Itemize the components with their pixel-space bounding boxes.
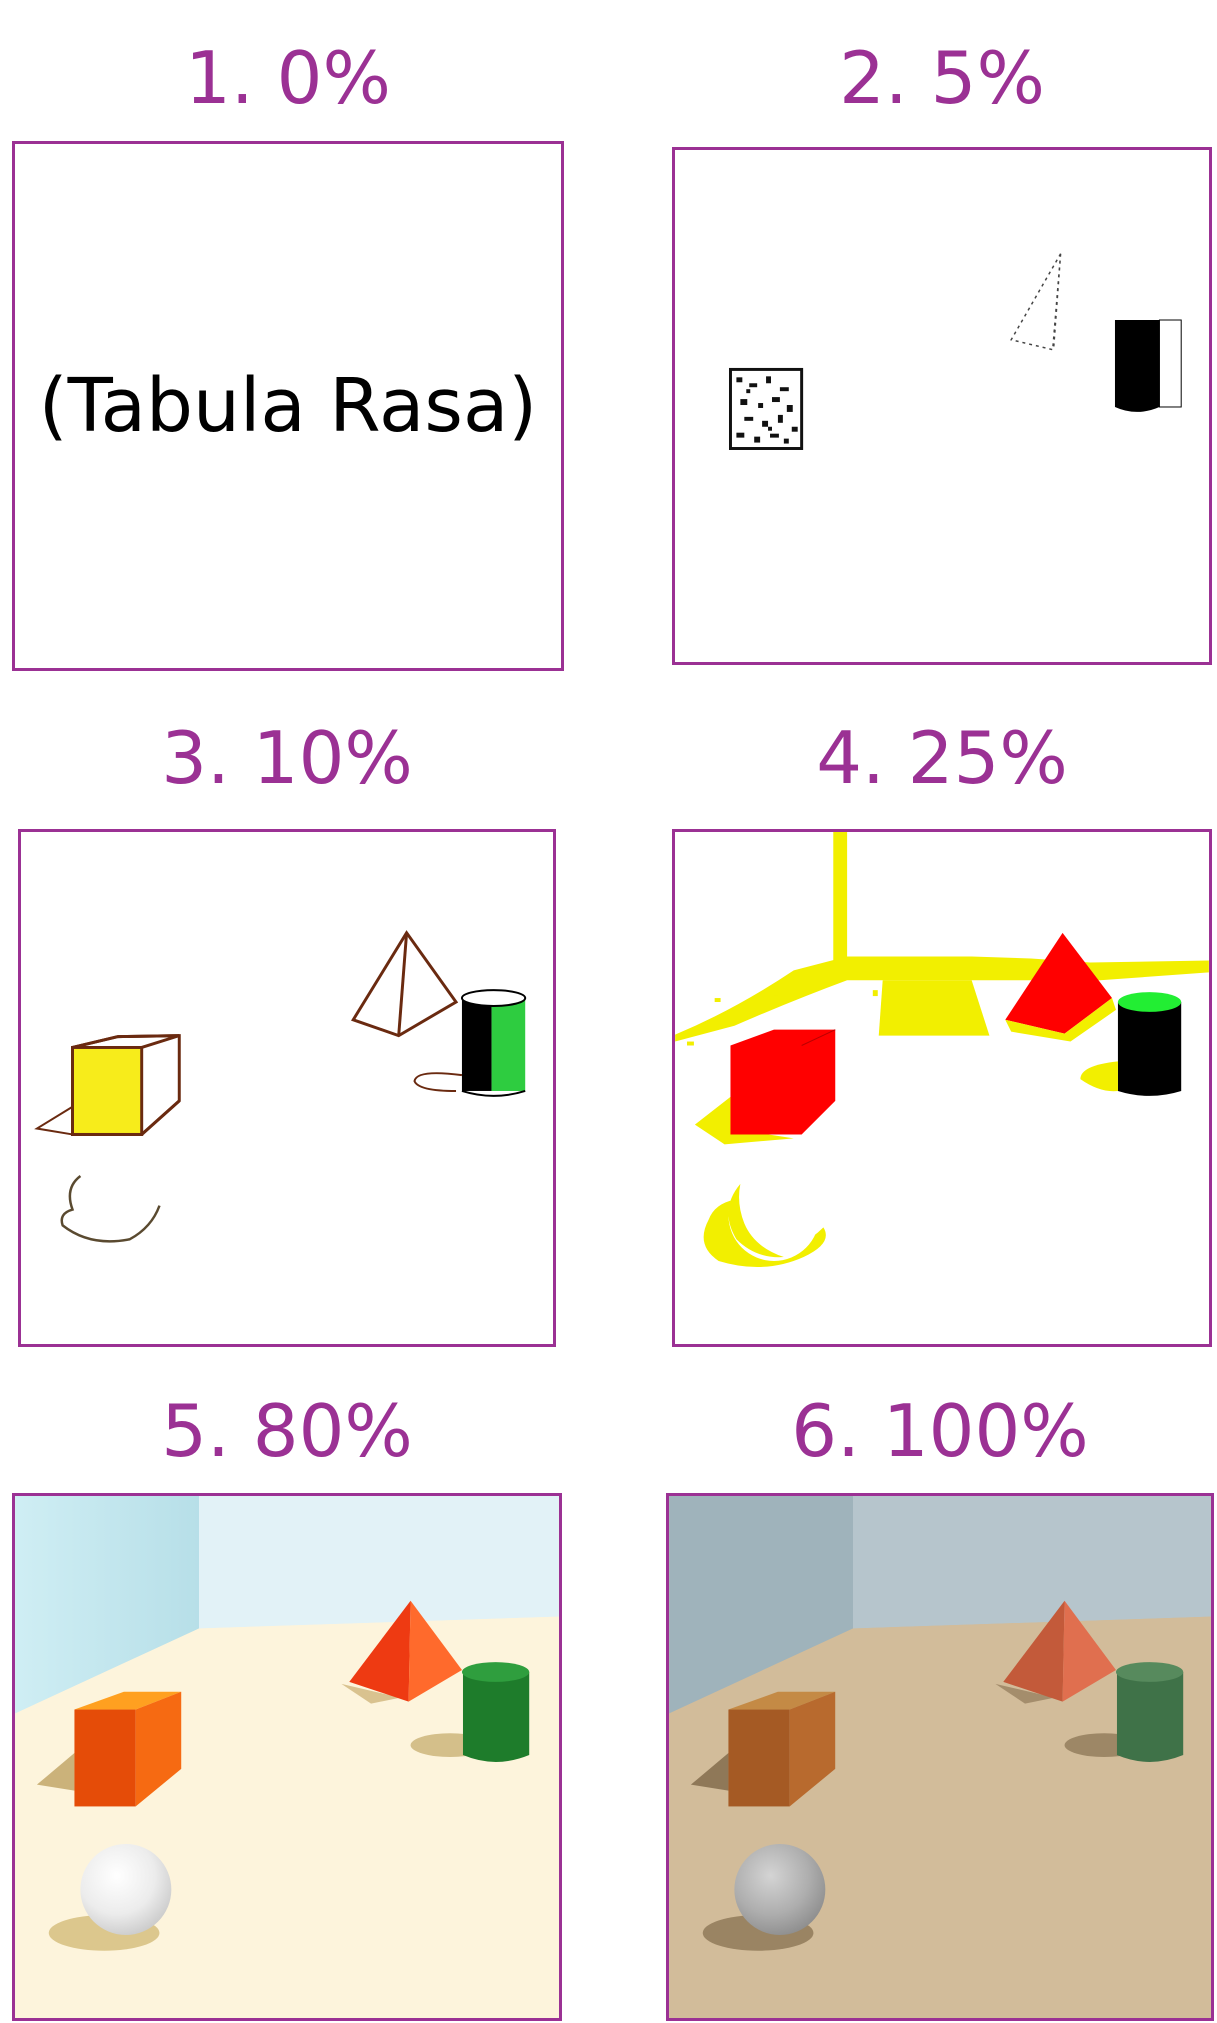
panel-6-image [669, 1496, 1211, 2018]
panel-2-frame [672, 147, 1212, 665]
outlined-pyramid [350, 930, 459, 1038]
panel-5-image [15, 1496, 559, 2018]
panel-6-frame [666, 1493, 1214, 2021]
panel-5-frame [12, 1493, 562, 2021]
muted-green-cylinder [1116, 1671, 1184, 1762]
panel-3-title: 3. 10% [161, 716, 413, 800]
orange-cube-front [74, 1709, 136, 1807]
red-cube [730, 1029, 836, 1135]
white-sphere [80, 1844, 172, 1935]
panel-4-frame [672, 829, 1212, 1347]
green-cylinder [462, 1671, 530, 1762]
panel-4-image [675, 832, 1209, 1268]
cylinder-green-half [491, 998, 526, 1091]
dark-cylinder [1114, 320, 1160, 412]
tabula-rasa-label: (Tabula Rasa) [38, 363, 538, 449]
back-wall [853, 1496, 1211, 1629]
grey-sphere [734, 1844, 826, 1935]
cylinder-black-half [461, 998, 492, 1091]
muted-cylinder-top [1115, 1662, 1184, 1682]
outlined-cube [71, 1034, 181, 1136]
green-cylinder-top [461, 1662, 530, 1682]
panel-5-title: 5. 80% [161, 1389, 413, 1473]
panel-3-image [34, 930, 527, 1243]
panel-3-frame [18, 829, 556, 1347]
panel-6-title: 6. 100% [791, 1389, 1089, 1473]
panel-4-title: 4. 25% [816, 716, 1068, 800]
panel-1-frame: (Tabula Rasa) [12, 141, 564, 671]
panel-1-title: 1. 0% [185, 36, 391, 120]
green-cylinder-top [1117, 992, 1182, 1012]
black-cylinder [1117, 1002, 1182, 1096]
panel-2-title: 2. 5% [839, 36, 1045, 120]
faint-pyramid [1010, 253, 1062, 351]
sphere-highlight [728, 1170, 820, 1261]
sphere-shadow-outline [60, 1174, 161, 1243]
cylinder-shadow-outline [413, 1072, 463, 1092]
wall-corner-yellow [833, 832, 848, 961]
yellow-trapezoid [878, 980, 990, 1036]
muted-cube-front [728, 1709, 790, 1807]
panel-2-image [728, 253, 1182, 450]
back-wall [199, 1496, 559, 1629]
cube-shadow-outline [34, 1105, 74, 1136]
